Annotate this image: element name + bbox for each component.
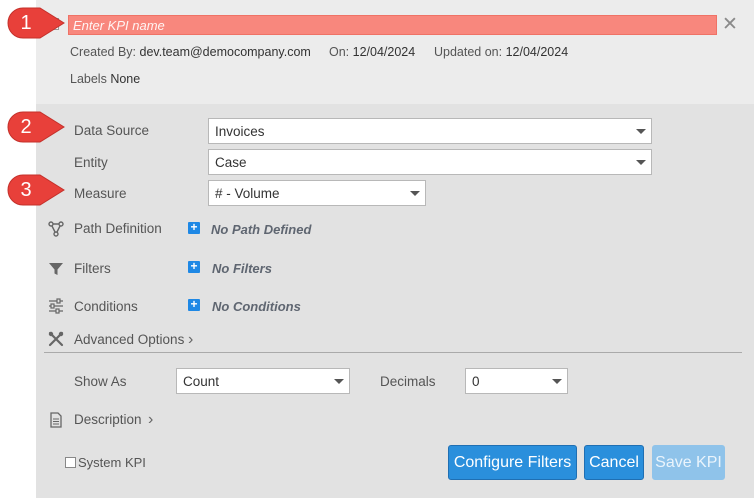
callout-1: 1 <box>0 3 70 43</box>
tools-icon <box>48 331 64 347</box>
created-by-label: Created By: <box>70 45 137 59</box>
show-as-select[interactable]: Count <box>176 368 350 394</box>
filters-empty: No Filters <box>212 261 272 276</box>
updated-on: Updated on: 12/04/2024 <box>434 45 568 59</box>
created-on-value: 12/04/2024 <box>352 45 416 59</box>
measure-value: # - Volume <box>215 186 280 201</box>
cancel-button[interactable]: Cancel <box>584 445 644 480</box>
created-by-value: dev.team@democompany.com <box>139 45 311 59</box>
chevron-right-icon[interactable]: › <box>148 412 153 428</box>
decimals-value: 0 <box>472 374 480 389</box>
filters-label: Filters <box>74 261 111 276</box>
chevron-down-icon <box>552 379 562 384</box>
decimals-select[interactable]: 0 <box>465 368 568 394</box>
show-as-value: Count <box>183 374 220 389</box>
save-kpi-button[interactable]: Save KPI <box>652 445 725 480</box>
filter-icon <box>49 263 63 275</box>
system-kpi-checkbox[interactable] <box>65 457 76 468</box>
updated-on-label: Updated on: <box>434 45 503 59</box>
chevron-down-icon <box>636 160 646 165</box>
callout-2-number: 2 <box>20 116 32 138</box>
created-by: Created By: dev.team@democompany.com <box>70 45 311 59</box>
configure-filters-button[interactable]: Configure Filters <box>448 445 577 480</box>
add-condition-icon[interactable]: + <box>188 298 200 311</box>
entity-label: Entity <box>74 155 108 170</box>
labels-label: Labels <box>70 72 107 86</box>
conditions-label: Conditions <box>74 299 138 314</box>
description-toggle[interactable]: Description <box>74 412 142 427</box>
labels-value: None <box>110 72 141 86</box>
document-icon <box>50 412 62 428</box>
entity-value: Case <box>215 155 247 170</box>
data-source-label: Data Source <box>74 123 150 138</box>
chevron-right-icon[interactable]: › <box>188 332 193 348</box>
advanced-options-toggle[interactable]: Advanced Options <box>74 332 184 347</box>
callout-1-number: 1 <box>20 12 32 34</box>
path-definition-label: Path Definition <box>74 221 162 236</box>
path-definition-empty: No Path Defined <box>211 222 312 237</box>
path-definition-icon <box>48 221 64 237</box>
created-on: On: 12/04/2024 <box>329 45 415 59</box>
show-as-label: Show As <box>74 374 127 389</box>
created-on-label: On: <box>329 45 350 59</box>
kpi-name-input[interactable] <box>68 15 717 35</box>
add-path-icon[interactable]: + <box>188 221 200 234</box>
callout-3-number: 3 <box>20 179 32 201</box>
data-source-value: Invoices <box>215 124 265 139</box>
description-label: Description <box>74 412 142 427</box>
decimals-label: Decimals <box>380 374 436 389</box>
close-icon[interactable]: ✕ <box>722 15 738 34</box>
advanced-options-label: Advanced Options <box>74 332 185 347</box>
add-filter-icon[interactable]: + <box>188 260 200 273</box>
conditions-empty: No Conditions <box>212 299 301 314</box>
chevron-down-icon <box>334 379 344 384</box>
updated-on-value: 12/04/2024 <box>505 45 569 59</box>
callout-2: 2 <box>0 107 70 147</box>
entity-select[interactable]: Case <box>208 149 652 175</box>
callout-3: 3 <box>0 170 70 210</box>
measure-select[interactable]: # - Volume <box>208 180 426 206</box>
sliders-icon <box>49 298 63 314</box>
chevron-down-icon <box>636 129 646 134</box>
data-source-select[interactable]: Invoices <box>208 118 652 144</box>
section-divider <box>44 352 742 353</box>
chevron-down-icon <box>410 191 420 196</box>
system-kpi-label: System KPI <box>78 455 146 470</box>
labels-row: Labels None <box>70 72 140 86</box>
measure-label: Measure <box>74 186 127 201</box>
